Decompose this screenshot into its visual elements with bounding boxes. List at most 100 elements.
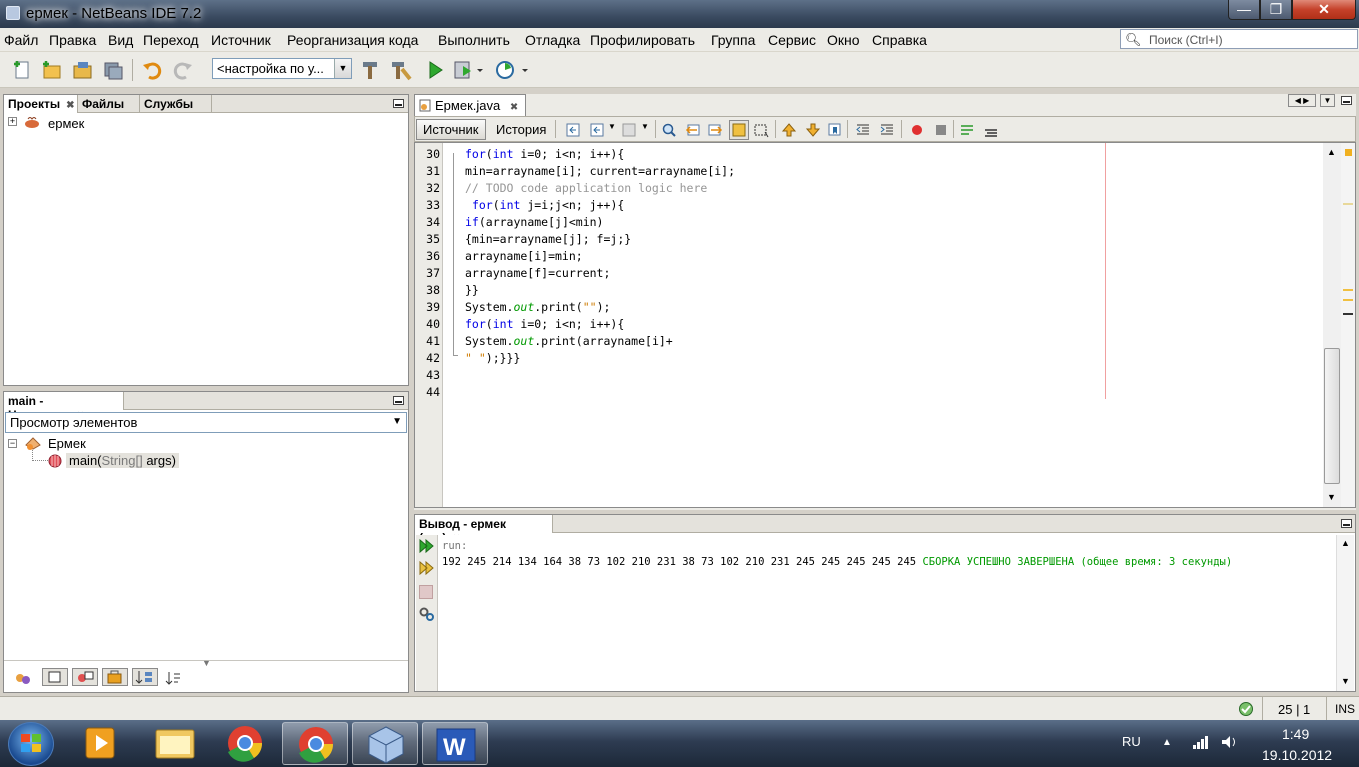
project-tree-root[interactable]: ермек — [48, 116, 84, 131]
comment-icon[interactable] — [959, 122, 975, 138]
menu-source[interactable]: Источник — [211, 32, 271, 48]
tab-navigator[interactable]: main - Навигатор✖ — [4, 392, 124, 422]
scroll-up-icon[interactable]: ▲ — [1341, 538, 1350, 548]
new-project-icon[interactable] — [40, 59, 62, 81]
build-hammer-icon[interactable] — [360, 59, 382, 81]
navigator-class-name[interactable]: Ермек — [48, 436, 86, 451]
menu-navigate[interactable]: Переход — [143, 32, 199, 48]
stop-macro-icon[interactable] — [933, 122, 949, 138]
warning-marker[interactable] — [1345, 149, 1352, 156]
back-icon[interactable] — [589, 122, 605, 138]
find-previous-icon[interactable] — [685, 122, 701, 138]
shift-right-icon[interactable] — [879, 122, 895, 138]
expand-toggle-icon[interactable]: + — [8, 117, 17, 126]
debug-project-icon[interactable] — [453, 59, 483, 81]
close-tab-icon[interactable]: ✖ — [510, 102, 518, 113]
word-taskbar-icon[interactable]: W — [422, 722, 488, 765]
code-line[interactable]: min=arrayname[i]; current=arrayname[i]; — [465, 164, 735, 178]
editor-tab-file[interactable]: Ермек.java ✖ — [414, 94, 526, 116]
code-line[interactable]: " ");}}} — [465, 351, 520, 365]
chrome-taskbar-icon-active[interactable] — [282, 722, 348, 765]
profile-project-icon[interactable] — [494, 59, 528, 81]
scroll-up-icon[interactable]: ▲ — [1327, 147, 1336, 157]
code-line[interactable]: // TODO code application logic here — [465, 181, 707, 195]
menu-view[interactable]: Вид — [108, 32, 133, 48]
next-bookmark-icon[interactable] — [805, 122, 821, 138]
scroll-tabs-icon[interactable]: ◀ ▶ — [1288, 94, 1316, 107]
minimize-panel-icon[interactable] — [1341, 519, 1352, 528]
shift-left-icon[interactable] — [855, 122, 871, 138]
chevron-down-icon[interactable]: ▼ — [641, 122, 649, 131]
caret-position-mark[interactable] — [1343, 313, 1353, 315]
menu-team[interactable]: Группа — [711, 32, 755, 48]
code-line[interactable]: if(arrayname[j]<min) — [465, 215, 603, 229]
menu-edit[interactable]: Правка — [49, 32, 96, 48]
menu-profile[interactable]: Профилировать — [590, 32, 695, 48]
collapse-toggle-icon[interactable]: − — [8, 439, 17, 448]
code-line[interactable]: }} — [465, 283, 479, 297]
sort-by-source-icon[interactable] — [164, 670, 182, 686]
filter-inherited-icon[interactable] — [14, 670, 32, 686]
menu-tools[interactable]: Сервис — [768, 32, 816, 48]
output-console[interactable]: run: 192 245 214 134 164 38 73 102 210 2… — [416, 535, 1354, 691]
code-editor[interactable]: 30 31 32 33 34 35 36 37 38 39 40 41 42 4… — [414, 142, 1356, 508]
minimize-panel-icon[interactable] — [393, 99, 404, 108]
code-line[interactable]: System.out.print(arrayname[i]+ — [465, 334, 673, 348]
scrollbar-thumb[interactable] — [1324, 348, 1340, 484]
previous-bookmark-icon[interactable] — [781, 122, 797, 138]
code-line[interactable]: arrayname[f]=current; — [465, 266, 610, 280]
tab-services[interactable]: Службы — [140, 95, 212, 113]
code-line[interactable]: System.out.print(""); — [465, 300, 610, 314]
toggle-rectangular-selection-icon[interactable] — [753, 122, 769, 138]
menu-run[interactable]: Выполнить — [438, 32, 510, 48]
uncomment-icon[interactable] — [983, 122, 999, 138]
open-project-icon[interactable] — [72, 59, 94, 81]
last-edit-icon[interactable] — [565, 122, 581, 138]
settings-icon[interactable] — [418, 606, 436, 622]
scroll-down-icon[interactable]: ▼ — [1341, 676, 1350, 686]
chrome-taskbar-icon[interactable] — [212, 722, 278, 765]
error-stripe[interactable] — [1341, 143, 1355, 507]
sort-by-name-icon[interactable] — [132, 668, 158, 686]
tab-projects[interactable]: Проекты ✖ — [4, 95, 78, 113]
stripe-mark[interactable] — [1343, 299, 1353, 301]
undo-icon[interactable] — [141, 59, 163, 81]
run-configuration-select[interactable]: <настройка по у... ▼ — [212, 58, 352, 79]
clock-date[interactable]: 19.10.2012 — [1262, 747, 1332, 763]
run-project-icon[interactable] — [424, 59, 446, 81]
code-line[interactable]: for(int i=0; i<n; i++){ — [465, 147, 624, 161]
code-line[interactable]: arrayname[i]=min; — [465, 249, 583, 263]
minimize-panel-icon[interactable] — [393, 396, 404, 405]
redo-icon[interactable] — [172, 59, 194, 81]
tab-output[interactable]: Вывод - ермек (run)✖ — [415, 515, 553, 545]
explorer-taskbar-icon[interactable] — [142, 722, 208, 765]
vertical-scrollbar[interactable]: ▲ ▼ — [1323, 143, 1341, 507]
show-hidden-icons-icon[interactable]: ▲ — [1162, 737, 1172, 748]
clock-time[interactable]: 1:49 — [1282, 726, 1309, 742]
menu-debug[interactable]: Отладка — [525, 32, 580, 48]
panel-resize-icon[interactable]: ▼ — [202, 658, 211, 668]
output-vertical-scrollbar[interactable]: ▲ ▼ — [1336, 535, 1354, 691]
navigator-method[interactable]: main(String[] args) — [66, 453, 179, 468]
stripe-mark[interactable] — [1343, 203, 1353, 205]
start-macro-icon[interactable] — [909, 122, 925, 138]
stripe-mark[interactable] — [1343, 289, 1353, 291]
notifications-icon[interactable] — [1238, 701, 1254, 717]
rerun-icon[interactable] — [418, 538, 436, 554]
filter-nonpublic-icon[interactable] — [102, 668, 128, 686]
maximize-editor-icon[interactable] — [1341, 96, 1352, 105]
minimize-button[interactable]: — — [1228, 0, 1260, 20]
code-line[interactable]: for(int i=0; i<n; i++){ — [465, 317, 624, 331]
network-icon[interactable] — [1192, 734, 1210, 750]
toggle-bookmark-icon[interactable] — [827, 122, 843, 138]
netbeans-taskbar-icon[interactable] — [352, 722, 418, 765]
clean-build-icon[interactable] — [390, 59, 412, 81]
volume-icon[interactable] — [1220, 734, 1240, 750]
close-button[interactable]: ✕ — [1292, 0, 1356, 20]
toggle-highlight-icon[interactable] — [729, 120, 749, 140]
source-view-button[interactable]: Источник — [416, 119, 486, 140]
new-file-icon[interactable] — [11, 59, 33, 81]
filter-fields-icon[interactable] — [42, 668, 68, 686]
navigator-filter-select[interactable]: Просмотр элементов ▼ — [5, 412, 407, 433]
find-selection-icon[interactable] — [661, 122, 677, 138]
